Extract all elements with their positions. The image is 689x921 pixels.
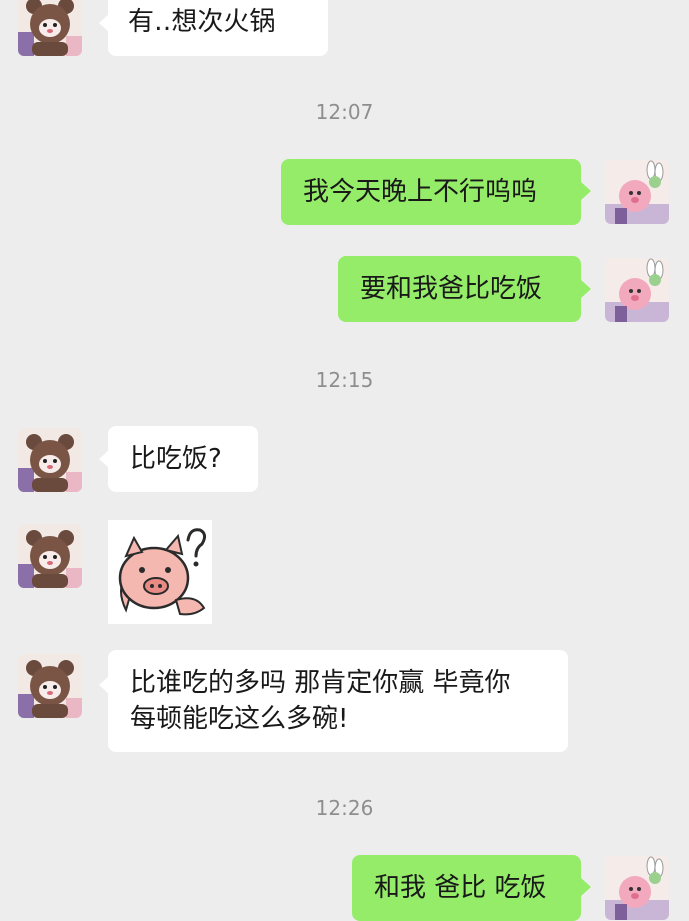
message-bubble[interactable]: 我今天晚上不行呜呜 (281, 159, 581, 225)
timestamp: 12:07 (315, 100, 374, 124)
friend-avatar[interactable] (18, 0, 82, 56)
friend-avatar[interactable] (18, 524, 82, 588)
message-text: 要和我爸比吃饭 (360, 274, 543, 304)
timestamp: 12:15 (315, 368, 374, 392)
pig-question-sticker[interactable] (108, 520, 212, 624)
my-avatar[interactable] (605, 258, 669, 322)
bubble-tail (581, 878, 591, 896)
message-bubble[interactable]: 有‥想次火锅 (108, 0, 328, 56)
message-bubble[interactable]: 和我 爸比 吃饭 (352, 855, 581, 921)
my-avatar[interactable] (605, 160, 669, 224)
message-bubble[interactable]: 比吃饭? (108, 426, 258, 492)
message-bubble[interactable]: 要和我爸比吃饭 (338, 256, 581, 322)
friend-avatar[interactable] (18, 428, 82, 492)
message-text: 我今天晚上不行呜呜 (303, 177, 538, 207)
bubble-tail (581, 182, 591, 200)
message-text: 有‥想次火锅 (128, 7, 276, 37)
message-text: 和我 爸比 吃饭 (374, 873, 547, 903)
message-text-line: 比谁吃的多吗 那肯定你赢 毕竟你 (130, 668, 511, 698)
message-text-line: 每顿能吃这么多碗! (130, 704, 349, 734)
bubble-tail (581, 280, 591, 298)
friend-avatar[interactable] (18, 654, 82, 718)
timestamp: 12:26 (315, 796, 374, 820)
message-text: 比吃饭? (130, 444, 222, 474)
my-avatar[interactable] (605, 856, 669, 920)
message-bubble[interactable]: 比谁吃的多吗 那肯定你赢 毕竟你 每顿能吃这么多碗! (108, 650, 568, 752)
